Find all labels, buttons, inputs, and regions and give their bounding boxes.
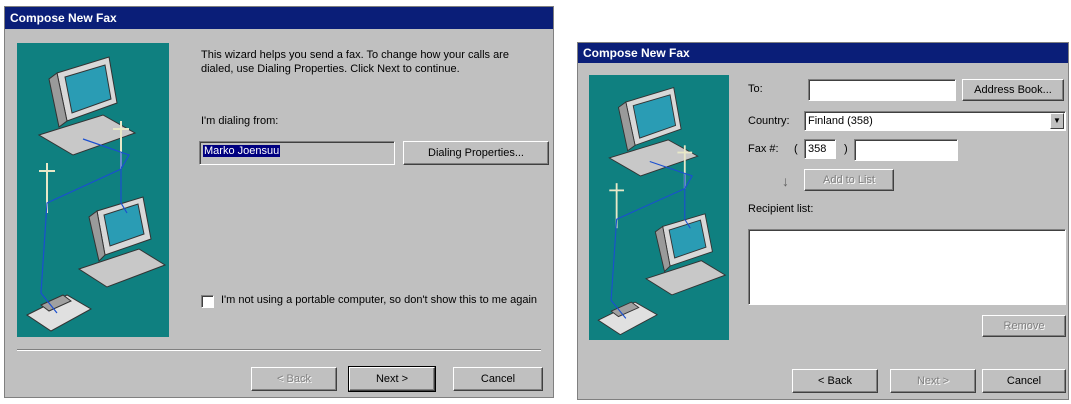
country-select[interactable]: Finland (358) ▼ [804, 111, 1066, 131]
fax-network-illustration [597, 87, 727, 336]
down-arrow-icon: ↓ [782, 173, 789, 189]
to-input[interactable] [808, 79, 956, 101]
fax-machine-icon [597, 301, 659, 336]
compose-fax-wizard-dialing: Compose New Fax This wizard helps you se… [4, 6, 554, 398]
dont-show-checkbox[interactable] [201, 295, 214, 308]
fax-number-input[interactable] [854, 139, 958, 161]
fax-number-label: Fax #: [748, 143, 779, 155]
cancel-button[interactable]: Cancel [453, 367, 543, 391]
country-value: Finland (358) [808, 115, 873, 127]
dialing-properties-button[interactable]: Dialing Properties... [403, 141, 549, 165]
computer-icon [645, 213, 727, 296]
address-book-button[interactable]: Address Book... [962, 79, 1064, 101]
fax-network-illustration [26, 56, 167, 332]
recipient-list-label: Recipient list: [748, 203, 814, 215]
dialing-from-field[interactable]: Marko Joensuu [199, 141, 395, 165]
area-code-input[interactable]: 358 [804, 139, 836, 159]
to-label: To: [748, 83, 763, 95]
dialing-from-value: Marko Joensuu [203, 145, 281, 157]
divider [17, 349, 541, 351]
next-button[interactable]: Next > [890, 369, 976, 393]
computer-icon [77, 196, 167, 288]
fax-machine-icon [26, 294, 93, 332]
fax-paren-close: ) [844, 143, 848, 155]
next-button[interactable]: Next > [348, 366, 436, 392]
back-button[interactable]: < Back [792, 369, 878, 393]
country-label: Country: [748, 115, 790, 127]
wizard-illustration [17, 43, 169, 337]
recipient-list[interactable] [748, 229, 1066, 305]
compose-fax-wizard-recipient: Compose New Fax To: Address Book... Coun… [577, 42, 1069, 400]
dont-show-label: I'm not using a portable computer, so do… [221, 294, 538, 306]
window-title: Compose New Fax [5, 7, 553, 29]
remove-button[interactable]: Remove [982, 315, 1066, 337]
intro-text: This wizard helps you send a fax. To cha… [201, 49, 509, 75]
dropdown-arrow-icon[interactable]: ▼ [1050, 113, 1064, 129]
add-to-list-button[interactable]: Add to List [804, 169, 894, 191]
dialing-from-label: I'm dialing from: [201, 115, 278, 129]
window-title: Compose New Fax [578, 43, 1068, 63]
dialing-from-label-text: I'm dialing from: [201, 115, 279, 127]
fax-paren-open: ( [794, 143, 798, 155]
wizard-illustration [589, 75, 729, 340]
cancel-button[interactable]: Cancel [982, 369, 1066, 393]
back-button[interactable]: < Back [251, 367, 337, 391]
